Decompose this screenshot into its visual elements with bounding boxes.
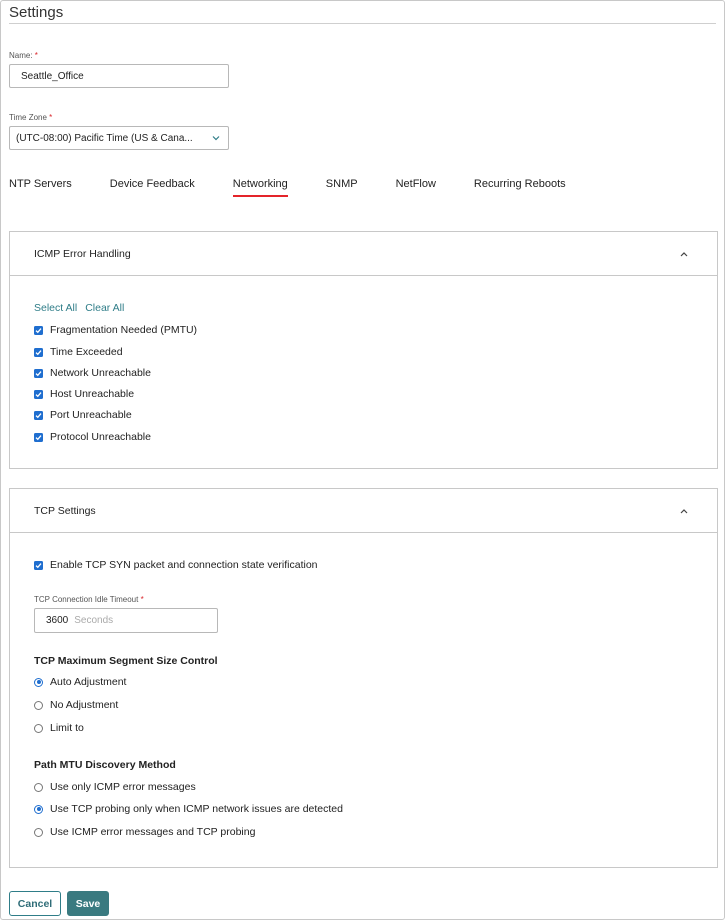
tcp-settings-panel: TCP Settings Enable TCP SYN packet and c… <box>9 488 718 868</box>
pmtu-option-label: Use TCP probing only when ICMP network i… <box>50 803 343 815</box>
mss-option-limit[interactable]: Limit to <box>34 722 84 734</box>
idle-timeout-unit: Seconds <box>74 615 114 626</box>
tab-netflow[interactable]: NetFlow <box>396 178 436 200</box>
settings-window: Settings Name: * Seattle_Office Time Zon… <box>0 0 725 920</box>
icmp-select-links: Select All Clear All <box>34 302 124 314</box>
icmp-option-fragmentation[interactable]: Fragmentation Needed (PMTU) <box>34 324 197 336</box>
pmtu-option-icmp-only[interactable]: Use only ICMP error messages <box>34 781 196 793</box>
tab-device-feedback[interactable]: Device Feedback <box>110 178 195 200</box>
timezone-label-text: Time Zone <box>9 113 47 122</box>
checkmark-icon <box>35 412 42 418</box>
idle-timeout-input[interactable]: 3600 Seconds <box>34 608 218 633</box>
tab-recurring-reboots[interactable]: Recurring Reboots <box>474 178 566 200</box>
icmp-option-time-exceeded[interactable]: Time Exceeded <box>34 346 123 358</box>
radio-unselected[interactable] <box>34 723 43 733</box>
name-input[interactable]: Seattle_Office <box>9 64 229 88</box>
checkmark-icon <box>35 370 42 376</box>
timezone-label: Time Zone * <box>9 113 52 122</box>
radio-unselected[interactable] <box>34 782 43 792</box>
icmp-option-port-unreachable[interactable]: Port Unreachable <box>34 409 132 421</box>
pmtu-option-label: Use only ICMP error messages <box>50 781 196 793</box>
idle-timeout-label: TCP Connection Idle Timeout * <box>34 595 144 604</box>
icmp-option-label: Fragmentation Needed (PMTU) <box>50 324 198 336</box>
checkmark-icon <box>35 562 42 568</box>
pmtu-method-title: Path MTU Discovery Method <box>34 759 176 771</box>
save-button[interactable]: Save <box>67 891 109 916</box>
select-all-link[interactable]: Select All <box>34 302 77 314</box>
checkmark-icon <box>35 434 42 440</box>
pmtu-option-icmp-and-tcp[interactable]: Use ICMP error messages and TCP probing <box>34 826 255 838</box>
chevron-down-icon <box>212 136 220 141</box>
icmp-panel-header[interactable]: ICMP Error Handling <box>10 232 717 276</box>
idle-timeout-value: 3600 <box>46 615 69 626</box>
mss-option-label: No Adjustment <box>50 699 119 711</box>
timezone-required-mark: * <box>49 113 53 122</box>
clear-all-link[interactable]: Clear All <box>85 302 124 314</box>
icmp-option-label: Protocol Unreachable <box>50 431 151 443</box>
checkmark-icon <box>35 349 42 355</box>
tcp-syn-label: Enable TCP SYN packet and connection sta… <box>50 559 318 571</box>
mss-control-title: TCP Maximum Segment Size Control <box>34 655 218 667</box>
settings-tabs: NTP Servers Device Feedback Networking S… <box>9 178 604 200</box>
icmp-option-label: Network Unreachable <box>50 367 151 379</box>
checkbox-checked[interactable] <box>34 368 43 378</box>
chevron-up-icon[interactable] <box>680 251 688 257</box>
icmp-option-protocol-unreachable[interactable]: Protocol Unreachable <box>34 431 151 443</box>
tab-networking[interactable]: Networking <box>232 178 288 200</box>
idle-timeout-required-mark: * <box>140 595 144 604</box>
checkbox-checked[interactable] <box>34 347 43 357</box>
name-label-text: Name: <box>9 51 33 60</box>
checkbox-checked[interactable] <box>34 325 43 335</box>
chevron-up-icon[interactable] <box>680 508 688 514</box>
name-label: Name: * <box>9 51 38 60</box>
checkbox-checked[interactable] <box>34 432 43 442</box>
icmp-option-label: Time Exceeded <box>50 346 123 358</box>
timezone-select[interactable]: (UTC-08:00) Pacific Time (US & Cana... <box>9 126 229 150</box>
mss-option-auto[interactable]: Auto Adjustment <box>34 676 126 688</box>
checkmark-icon <box>35 391 42 397</box>
tcp-syn-verification-option[interactable]: Enable TCP SYN packet and connection sta… <box>34 559 318 571</box>
icmp-option-host-unreachable[interactable]: Host Unreachable <box>34 388 134 400</box>
name-required-mark: * <box>34 51 38 60</box>
name-input-value: Seattle_Office <box>21 70 84 82</box>
cancel-button[interactable]: Cancel <box>9 891 61 916</box>
icmp-panel-title: ICMP Error Handling <box>34 247 131 260</box>
mss-option-label: Auto Adjustment <box>50 676 127 688</box>
radio-selected[interactable] <box>34 677 43 687</box>
checkbox-checked[interactable] <box>34 560 43 570</box>
pmtu-option-tcp-probing-on-issue[interactable]: Use TCP probing only when ICMP network i… <box>34 803 343 815</box>
icmp-option-label: Port Unreachable <box>50 409 132 421</box>
checkbox-checked[interactable] <box>34 410 43 420</box>
tcp-panel-title: TCP Settings <box>34 504 96 517</box>
checkbox-checked[interactable] <box>34 389 43 399</box>
icmp-error-handling-panel: ICMP Error Handling Select All Clear All… <box>9 231 718 469</box>
icmp-option-network-unreachable[interactable]: Network Unreachable <box>34 367 151 379</box>
mss-option-none[interactable]: No Adjustment <box>34 699 118 711</box>
radio-unselected[interactable] <box>34 700 43 710</box>
title-divider <box>9 23 716 24</box>
icmp-option-label: Host Unreachable <box>50 388 135 400</box>
tcp-panel-header[interactable]: TCP Settings <box>10 489 717 533</box>
page-title: Settings <box>9 4 64 21</box>
tab-ntp-servers[interactable]: NTP Servers <box>9 178 72 200</box>
idle-timeout-label-text: TCP Connection Idle Timeout <box>34 595 139 604</box>
checkmark-icon <box>35 327 42 333</box>
radio-selected[interactable] <box>34 804 43 814</box>
tab-snmp[interactable]: SNMP <box>326 178 358 200</box>
pmtu-option-label: Use ICMP error messages and TCP probing <box>50 826 256 838</box>
radio-unselected[interactable] <box>34 827 43 837</box>
mss-option-label: Limit to <box>50 722 84 734</box>
timezone-select-value: (UTC-08:00) Pacific Time (US & Cana... <box>16 132 193 144</box>
